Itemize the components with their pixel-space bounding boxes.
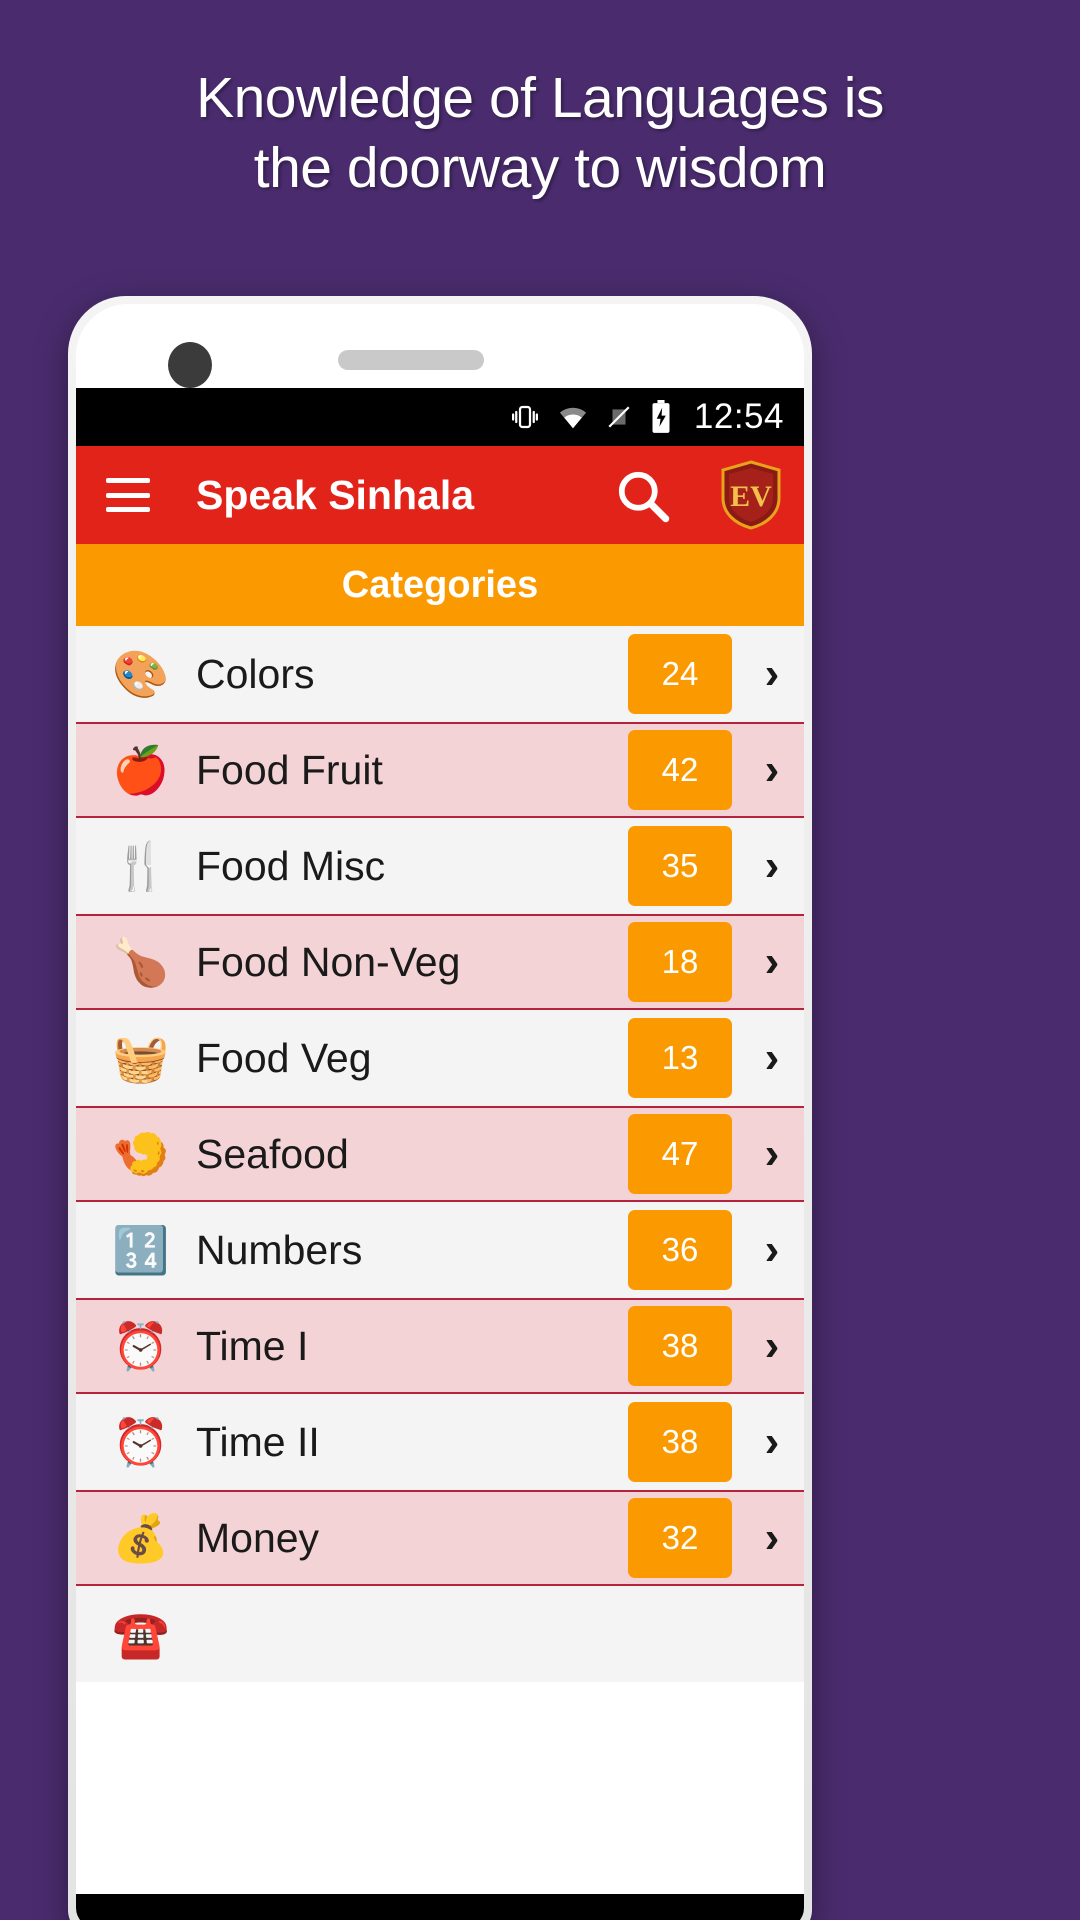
phone-mockup: 12:54 Speak Sinhala EV Categories 🎨 Colo… (68, 296, 812, 1920)
promo-headline: Knowledge of Languages is the doorway to… (0, 64, 1080, 203)
list-item-label: Food Veg (196, 1034, 372, 1081)
app-title: Speak Sinhala (196, 471, 475, 518)
count-badge: 32 (628, 1498, 732, 1578)
telephone-icon: ☎️ (112, 1608, 170, 1660)
phone-bezel-top (76, 304, 804, 388)
hamburger-menu-icon[interactable] (106, 478, 150, 512)
count-badge: 24 (628, 634, 732, 714)
battery-charging-icon (649, 400, 673, 434)
category-list[interactable]: 🎨 Colors 24 › 🍎 Food Fruit 42 › 🍴 Food Misc 35 › 🍗 Fo… (76, 626, 804, 1920)
headline-line-1: Knowledge of Languages is (196, 66, 884, 130)
phone-screen: 12:54 Speak Sinhala EV Categories 🎨 Colo… (76, 304, 804, 1920)
list-item-label: Food Non-Veg (196, 938, 461, 985)
system-navigation-bar (76, 1894, 804, 1920)
vibrate-icon (510, 402, 540, 432)
list-item[interactable]: 🍤 Seafood 47 › (76, 1106, 804, 1202)
alarm-clock-icon: ⏰ (112, 1416, 170, 1468)
list-item-label: Colors (196, 650, 315, 697)
list-item[interactable]: 🍗 Food Non-Veg 18 › (76, 914, 804, 1010)
wifi-icon (557, 402, 589, 432)
app-bar: Speak Sinhala EV (76, 446, 804, 544)
headline-line-2: the doorway to wisdom (253, 135, 827, 200)
search-icon[interactable] (612, 465, 672, 525)
alarm-clock-icon: ⏰ (112, 1320, 170, 1372)
count-badge: 47 (628, 1114, 732, 1194)
palette-icon: 🎨 (112, 648, 170, 700)
shrimp-icon: 🍤 (112, 1128, 170, 1180)
chevron-right-icon: › (764, 841, 780, 890)
chevron-right-icon: › (764, 937, 780, 986)
list-item[interactable]: 🧺 Food Veg 13 › (76, 1010, 804, 1106)
count-badge: 42 (628, 730, 732, 810)
count-badge: 38 (628, 1402, 732, 1482)
chevron-right-icon: › (764, 1225, 780, 1274)
list-item-label: Food Fruit (196, 746, 383, 793)
apple-icon: 🍎 (112, 744, 170, 796)
categories-header-label: Categories (341, 563, 539, 606)
list-item-label: Time I (196, 1322, 309, 1369)
basket-icon: 🧺 (112, 1032, 170, 1084)
list-item[interactable]: ☎️ (76, 1586, 804, 1682)
list-item-label: Time II (196, 1418, 320, 1465)
list-item-label: Food Misc (196, 842, 386, 889)
count-badge: 18 (628, 922, 732, 1002)
chevron-right-icon: › (764, 1417, 780, 1466)
list-item-label: Money (196, 1514, 320, 1561)
list-item[interactable]: 🍎 Food Fruit 42 › (76, 722, 804, 818)
earpiece-speaker (338, 350, 484, 370)
list-item[interactable]: 💰 Money 32 › (76, 1490, 804, 1586)
list-item[interactable]: ⏰ Time II 38 › (76, 1394, 804, 1490)
count-badge: 13 (628, 1018, 732, 1098)
count-badge: 38 (628, 1306, 732, 1386)
chevron-right-icon: › (764, 1513, 780, 1562)
ev-shield-logo[interactable]: EV (720, 460, 782, 530)
poultry-icon: 🍗 (112, 936, 170, 988)
chevron-right-icon: › (764, 745, 780, 794)
categories-header: Categories (76, 544, 804, 626)
front-camera-icon (168, 342, 212, 388)
status-bar: 12:54 (76, 388, 804, 446)
count-badge: 36 (628, 1210, 732, 1290)
chevron-right-icon: › (764, 649, 780, 698)
cutlery-icon: 🍴 (112, 840, 170, 892)
numbers-icon: 🔢 (112, 1224, 170, 1276)
list-item[interactable]: 🎨 Colors 24 › (76, 626, 804, 722)
chevron-right-icon: › (764, 1033, 780, 1082)
svg-text:EV: EV (730, 480, 772, 513)
chevron-right-icon: › (764, 1321, 780, 1370)
count-badge: 35 (628, 826, 732, 906)
money-bag-icon: 💰 (112, 1512, 170, 1564)
chevron-right-icon: › (764, 1129, 780, 1178)
list-item[interactable]: 🔢 Numbers 36 › (76, 1202, 804, 1298)
list-item-label: Numbers (196, 1226, 363, 1273)
list-item[interactable]: 🍴 Food Misc 35 › (76, 818, 804, 914)
status-bar-clock: 12:54 (693, 397, 784, 436)
signal-off-icon (606, 402, 632, 432)
list-item[interactable]: ⏰ Time I 38 › (76, 1298, 804, 1394)
list-item-label: Seafood (196, 1130, 349, 1177)
